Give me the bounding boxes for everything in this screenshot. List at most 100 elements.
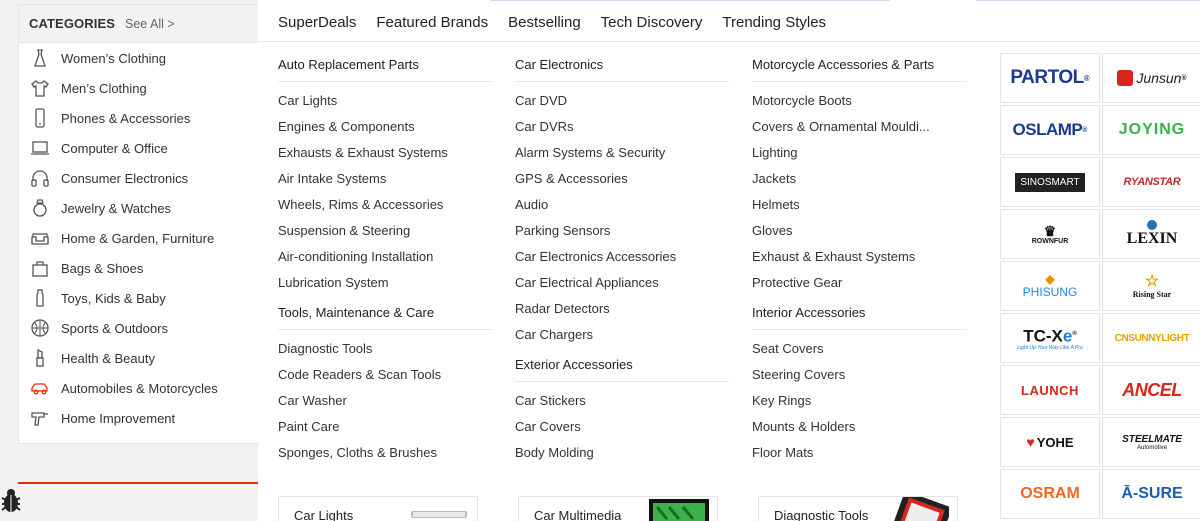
nav-bestselling[interactable]: Bestselling [508, 14, 581, 31]
category-label: Women’s Clothing [61, 50, 167, 66]
brand-tcx[interactable]: TC-Xe® Light Up Your Way Like A Pro [1000, 313, 1100, 363]
subcategory-link[interactable]: Steering Covers [752, 362, 966, 388]
nav-tech-discovery[interactable]: Tech Discovery [601, 14, 703, 31]
promo-card-car-multimedia[interactable]: Car Multimedia [518, 496, 718, 521]
brand-steelmate[interactable]: STEELMATE Automotive [1102, 417, 1200, 467]
subcategory-link[interactable]: Air-conditioning Installation [278, 244, 492, 270]
category-item[interactable]: Bags & Shoes [19, 253, 258, 283]
category-item[interactable]: Home & Garden, Furniture [19, 223, 258, 253]
subcategory-link[interactable]: Car Chargers [515, 322, 729, 348]
category-item[interactable]: Sports & Outdoors [19, 313, 258, 343]
subcategory-link[interactable]: Covers & Ornamental Mouldi... [752, 114, 966, 140]
accent-divider [18, 482, 258, 484]
subcategory-link[interactable]: Car DVD [515, 88, 729, 114]
subcategory-link[interactable]: Radar Detectors [515, 296, 729, 322]
subcategory-link[interactable]: Car Electronics Accessories [515, 244, 729, 270]
subcategory-heading[interactable]: Car Electronics [515, 52, 729, 82]
subcategory-link[interactable]: GPS & Accessories [515, 166, 729, 192]
subcategory-link[interactable]: Car DVRs [515, 114, 729, 140]
brand-joying[interactable]: JOYING [1102, 105, 1200, 155]
multimedia-unit-image [649, 499, 709, 521]
brand-rising-star[interactable]: ☆ Rising Star [1102, 261, 1200, 311]
subcategory-link[interactable]: Exhausts & Exhaust Systems [278, 140, 492, 166]
brand-ancel[interactable]: ANCEL [1102, 365, 1200, 415]
ring-icon [29, 198, 51, 218]
subcategory-link[interactable]: Body Molding [515, 440, 729, 466]
subcategory-link[interactable]: Mounts & Holders [752, 414, 966, 440]
subcategory-link[interactable]: Helmets [752, 192, 966, 218]
subcategory-link[interactable]: Air Intake Systems [278, 166, 492, 192]
subcategory-heading[interactable]: Auto Replacement Parts [278, 52, 492, 82]
brand-launch[interactable]: LAUNCH [1000, 365, 1100, 415]
subcategory-link[interactable]: Floor Mats [752, 440, 966, 466]
category-item[interactable]: Women’s Clothing [19, 43, 258, 73]
brand-phisung[interactable]: ◆ PHISUNG [1000, 261, 1100, 311]
subcategory-link[interactable]: Audio [515, 192, 729, 218]
promo-card-diagnostic-tools[interactable]: Diagnostic Tools [758, 496, 958, 521]
category-item[interactable]: Toys, Kids & Baby [19, 283, 258, 313]
brand-cnsunnylight[interactable]: CNSUNNYLIGHT [1102, 313, 1200, 363]
brand-yohe[interactable]: ♥ YOHE [1000, 417, 1100, 467]
nav-trending-styles[interactable]: Trending Styles [722, 14, 826, 31]
category-item[interactable]: Men’s Clothing [19, 73, 258, 103]
brand-rownfur[interactable]: ♛ ROWNFUR [1000, 209, 1100, 259]
category-item[interactable]: Consumer Electronics [19, 163, 258, 193]
category-label: Home & Garden, Furniture [61, 230, 215, 246]
brand-junsun[interactable]: Junsun ® [1102, 53, 1200, 103]
subcategory-link[interactable]: Car Electrical Appliances [515, 270, 729, 296]
nav-superdeals[interactable]: SuperDeals [278, 14, 356, 31]
brand-sinosmart[interactable]: SINOSMART [1000, 157, 1100, 207]
brand-partol[interactable]: PARTOL ® [1000, 53, 1100, 103]
category-item[interactable]: Computer & Office [19, 133, 258, 163]
category-item[interactable]: Health & Beauty [19, 343, 258, 373]
category-label: Health & Beauty [61, 350, 155, 366]
brand-a-sure[interactable]: Ā-SURE [1102, 469, 1200, 519]
subcategory-heading[interactable]: Exterior Accessories [515, 352, 729, 382]
subcategory-link[interactable]: Car Washer [278, 388, 492, 414]
category-label: Bags & Shoes [61, 260, 144, 276]
subcategory-link[interactable]: Exhaust & Exhaust Systems [752, 244, 966, 270]
subcategory-link[interactable]: Motorcycle Boots [752, 88, 966, 114]
subcategory-link[interactable]: Seat Covers [752, 336, 966, 362]
subcategory-link[interactable]: Paint Care [278, 414, 492, 440]
subcategory-link[interactable]: Lubrication System [278, 270, 492, 296]
subcategory-link[interactable]: Suspension & Steering [278, 218, 492, 244]
brand-ryanstar[interactable]: RYANSTAR [1102, 157, 1200, 207]
subcategory-link[interactable]: Sponges, Cloths & Brushes [278, 440, 492, 466]
subcategory-link[interactable]: Car Covers [515, 414, 729, 440]
phone-icon [29, 108, 51, 128]
category-label: Sports & Outdoors [61, 320, 168, 336]
subcategory-link[interactable]: Lighting [752, 140, 966, 166]
subcategory-heading[interactable]: Interior Accessories [752, 300, 966, 330]
subcategory-link[interactable]: Wheels, Rims & Accessories [278, 192, 492, 218]
junsun-logo-icon [1117, 70, 1134, 86]
subcategory-link[interactable]: Parking Sensors [515, 218, 729, 244]
bug-icon[interactable] [0, 488, 24, 518]
subcategory-heading[interactable]: Tools, Maintenance & Care [278, 300, 492, 330]
category-item[interactable]: Automobiles & Motorcycles [19, 373, 258, 403]
see-all-link[interactable]: See All > [125, 17, 175, 31]
subcategory-link[interactable]: Jackets [752, 166, 966, 192]
subcategory-link[interactable]: Engines & Components [278, 114, 492, 140]
category-item[interactable]: Home Improvement [19, 403, 258, 433]
subcategory-link[interactable]: Car Lights [278, 88, 492, 114]
nav-featured-brands[interactable]: Featured Brands [376, 14, 488, 31]
subcategory-link[interactable]: Diagnostic Tools [278, 336, 492, 362]
category-item[interactable]: Jewelry & Watches [19, 193, 258, 223]
subcategory-link[interactable]: Gloves [752, 218, 966, 244]
brand-osram[interactable]: OSRAM [1000, 469, 1100, 519]
subcategory-link[interactable]: Code Readers & Scan Tools [278, 362, 492, 388]
category-label: Phones & Accessories [61, 110, 191, 126]
category-list: Women’s Clothing Men’s Clothing Phones & A… [19, 43, 258, 433]
promo-title: Car Lights [294, 508, 354, 521]
brand-oslamp[interactable]: OSLAMP ® [1000, 105, 1100, 155]
subcategory-heading[interactable]: Motorcycle Accessories & Parts [752, 52, 966, 82]
brand-lexin[interactable]: LEXIN [1102, 209, 1200, 259]
subcategory-link[interactable]: Key Rings [752, 388, 966, 414]
subcategory-link[interactable]: Car Stickers [515, 388, 729, 414]
promo-card-car-lights[interactable]: Car Lights [278, 496, 478, 521]
subcategory-link[interactable]: Alarm Systems & Security [515, 140, 729, 166]
subcategory-link[interactable]: Protective Gear [752, 270, 966, 296]
category-item[interactable]: Phones & Accessories [19, 103, 258, 133]
categories-title: CATEGORIES [29, 16, 115, 31]
